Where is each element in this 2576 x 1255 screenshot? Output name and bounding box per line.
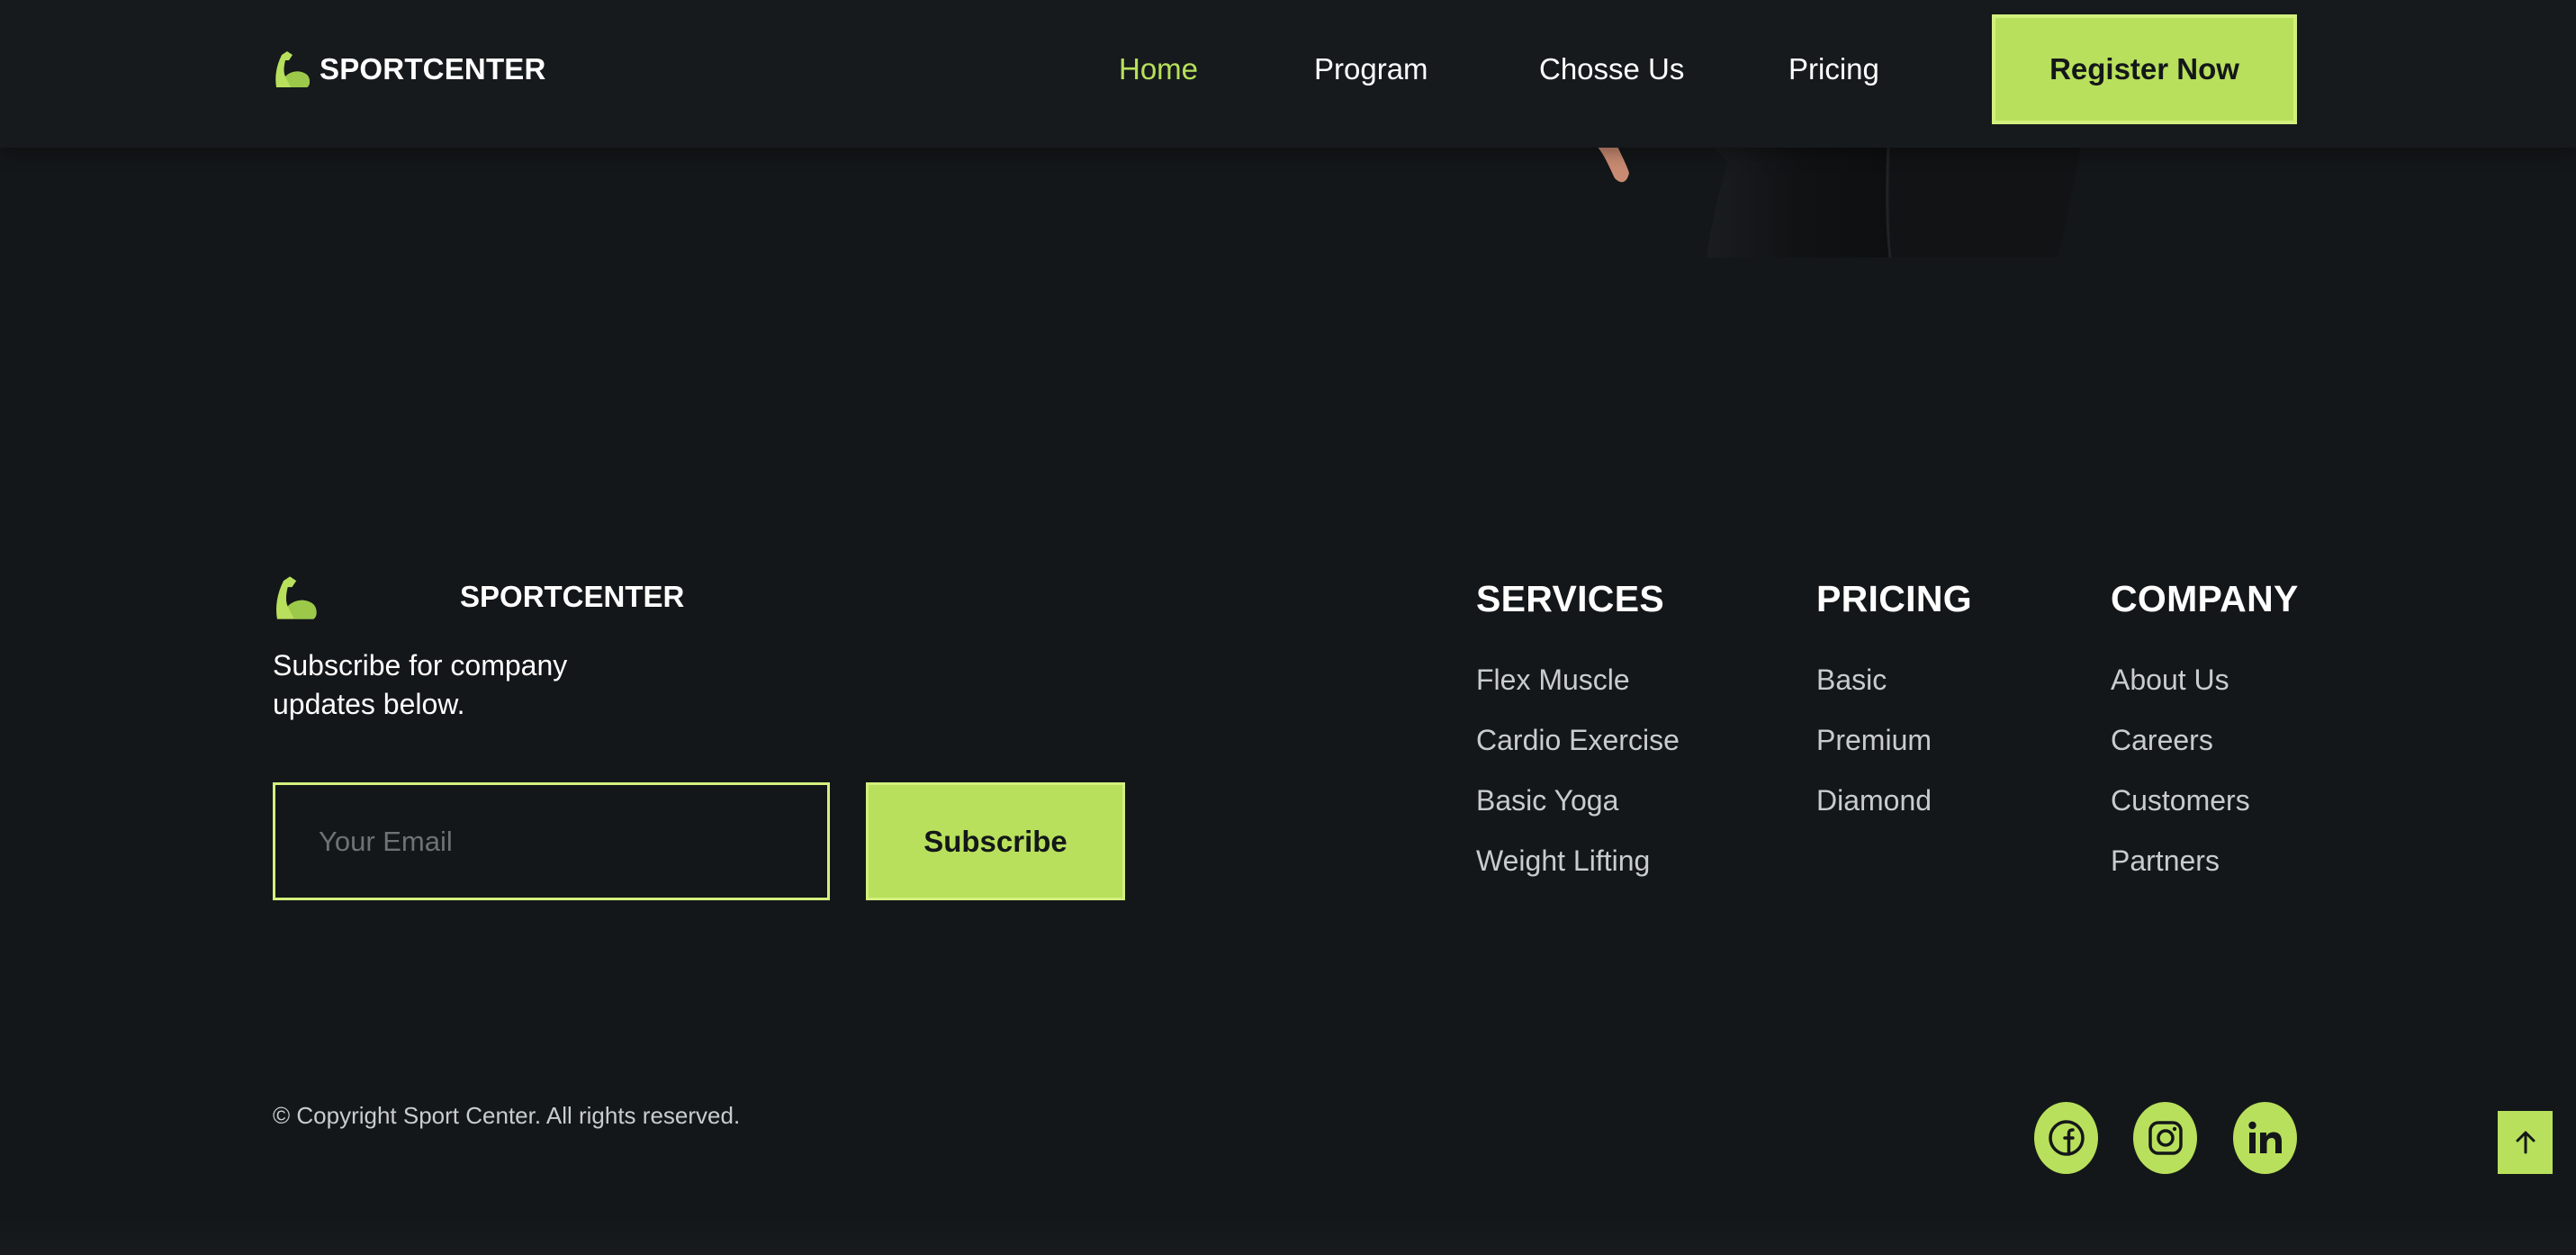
- footer-link-diamond[interactable]: Diamond: [1816, 781, 1972, 842]
- footer-link-about-us[interactable]: About Us: [2111, 661, 2299, 721]
- nav-pricing[interactable]: Pricing: [1788, 47, 1879, 92]
- back-to-top-button[interactable]: [2498, 1111, 2553, 1174]
- site-header: SPORTCENTER Home Program Chosse Us Prici…: [0, 0, 2576, 148]
- instagram-icon: [2148, 1121, 2183, 1155]
- footer-column-company: COMPANY About Us Careers Customers Partn…: [2111, 576, 2299, 902]
- subscribe-text: Subscribe for company updates below.: [273, 649, 568, 720]
- arrow-up-icon: [2516, 1131, 2535, 1154]
- column-title: PRICING: [1816, 578, 1972, 619]
- flexed-arm-icon: [275, 51, 310, 87]
- footer-link-premium[interactable]: Premium: [1816, 721, 1972, 781]
- column-links: Basic Premium Diamond: [1816, 661, 1972, 842]
- footer-link-partners[interactable]: Partners: [2111, 842, 2299, 902]
- linkedin-icon: [2247, 1121, 2282, 1153]
- footer-link-basic[interactable]: Basic: [1816, 661, 1972, 721]
- column-title: SERVICES: [1476, 578, 1665, 619]
- hero-athlete-image: [1595, 143, 2081, 258]
- copyright-text: © Copyright Sport Center. All rights res…: [273, 1102, 741, 1129]
- nav-home[interactable]: Home: [1119, 47, 1198, 92]
- column-title: COMPANY: [2111, 578, 2299, 619]
- footer-link-weight-lifting[interactable]: Weight Lifting: [1476, 842, 1680, 902]
- footer-bottom-edge: [0, 1217, 2576, 1255]
- facebook-link[interactable]: [2034, 1102, 2098, 1174]
- header-brand[interactable]: SPORTCENTER: [273, 49, 546, 90]
- nav-program[interactable]: Program: [1314, 47, 1428, 92]
- email-input[interactable]: [273, 782, 830, 900]
- footer-brand-name: SPORTCENTER: [460, 580, 685, 613]
- brand-name: SPORTCENTER: [320, 52, 546, 86]
- column-links: Flex Muscle Cardio Exercise Basic Yoga W…: [1476, 661, 1680, 902]
- register-now-button[interactable]: Register Now: [1992, 14, 2297, 124]
- footer-link-flex-muscle[interactable]: Flex Muscle: [1476, 661, 1680, 721]
- footer-link-basic-yoga[interactable]: Basic Yoga: [1476, 781, 1680, 842]
- column-links: About Us Careers Customers Partners: [2111, 661, 2299, 902]
- flexed-arm-icon: [276, 576, 317, 619]
- footer-column-pricing: PRICING Basic Premium Diamond: [1816, 576, 1972, 842]
- footer-link-careers[interactable]: Careers: [2111, 721, 2299, 781]
- nav-chosse-us[interactable]: Chosse Us: [1539, 47, 1684, 92]
- footer-link-cardio-exercise[interactable]: Cardio Exercise: [1476, 721, 1680, 781]
- linkedin-link[interactable]: [2233, 1102, 2297, 1174]
- footer-column-services: SERVICES Flex Muscle Cardio Exercise Bas…: [1476, 576, 1680, 902]
- instagram-link[interactable]: [2133, 1102, 2197, 1174]
- footer-link-customers[interactable]: Customers: [2111, 781, 2299, 842]
- facebook-icon: [2048, 1120, 2085, 1156]
- subscribe-button[interactable]: Subscribe: [866, 782, 1125, 900]
